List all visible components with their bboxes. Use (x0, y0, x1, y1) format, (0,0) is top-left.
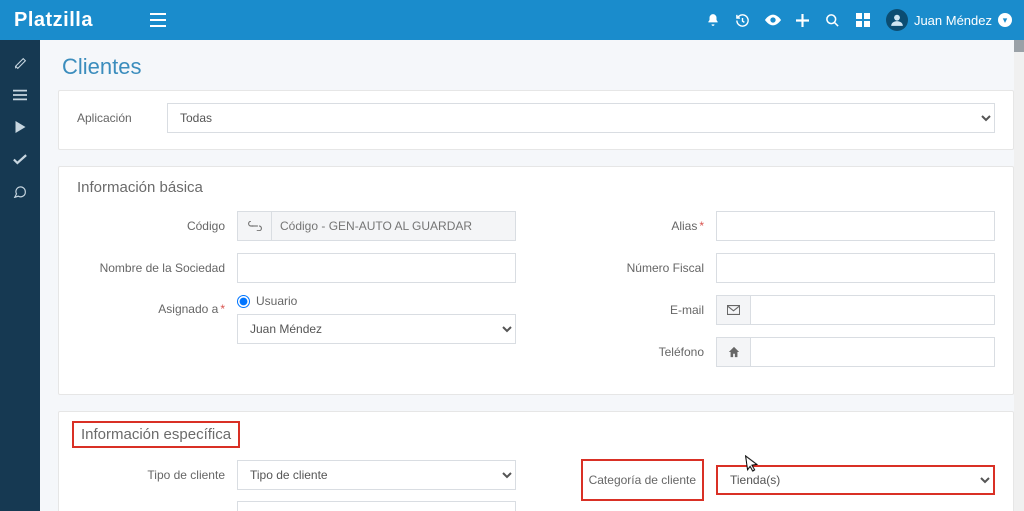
obs-textarea[interactable] (237, 501, 516, 511)
filter-app-select[interactable]: Todas (167, 103, 995, 133)
company-input[interactable] (237, 253, 516, 283)
assigned-radio-input[interactable] (237, 295, 250, 308)
search-icon[interactable] (818, 0, 848, 40)
avatar (886, 9, 908, 31)
scrollbar-thumb[interactable] (1014, 40, 1024, 52)
brand: Platzilla (14, 9, 93, 32)
sidebar (0, 40, 40, 511)
alias-label: Alias* (556, 211, 716, 241)
row-client-type: Tipo de cliente Tipo de cliente (77, 459, 516, 491)
home-icon (716, 337, 750, 367)
history-icon[interactable] (728, 0, 758, 40)
row-assigned: Asignado a* Usuario Juan Méndez (77, 294, 516, 344)
sidebar-edit-icon[interactable] (0, 48, 40, 78)
page-title: Clientes (58, 40, 1014, 90)
user-name: Juan Méndez (914, 13, 992, 28)
row-fiscal: Número Fiscal (556, 252, 995, 284)
fiscal-input[interactable] (716, 253, 995, 283)
row-phone: Teléfono (556, 336, 995, 368)
assigned-radio-user[interactable]: Usuario (237, 294, 516, 308)
menu-icon[interactable] (143, 0, 173, 40)
client-type-select[interactable]: Tipo de cliente (237, 460, 516, 490)
client-category-label: Categoría de cliente (556, 459, 716, 501)
row-observations: Observaciones (77, 501, 516, 511)
phone-label: Teléfono (556, 337, 716, 367)
specific-section-title: Información específica (77, 424, 995, 445)
sidebar-list-icon[interactable] (0, 80, 40, 110)
code-input[interactable] (271, 211, 516, 241)
email-input[interactable] (750, 295, 995, 325)
main: Clientes Aplicación Todas Información bá… (40, 40, 1024, 511)
code-label: Código (77, 211, 237, 241)
email-label: E-mail (556, 295, 716, 325)
chevron-down-icon: ▾ (998, 13, 1012, 27)
assigned-select[interactable]: Juan Méndez (237, 314, 516, 344)
topbar: Platzilla Juan Méndez ▾ (0, 0, 1024, 40)
plus-icon[interactable] (788, 0, 818, 40)
sidebar-check-icon[interactable] (0, 144, 40, 174)
filter-app-label: Aplicación (77, 111, 137, 125)
eye-icon[interactable] (758, 0, 788, 40)
fiscal-label: Número Fiscal (556, 253, 716, 283)
row-alias: Alias* (556, 210, 995, 242)
user-menu[interactable]: Juan Méndez ▾ (886, 9, 1012, 31)
alias-input[interactable] (716, 211, 995, 241)
row-category: Categoría de cliente Tienda(s) (556, 459, 995, 501)
link-icon[interactable] (237, 211, 271, 241)
apps-icon[interactable] (848, 0, 878, 40)
obs-label: Observaciones (77, 501, 237, 511)
mail-icon (716, 295, 750, 325)
assigned-label: Asignado a* (77, 294, 237, 324)
basic-section-title: Información básica (77, 179, 995, 196)
company-label: Nombre de la Sociedad (77, 253, 237, 283)
client-type-label: Tipo de cliente (77, 460, 237, 490)
specific-info-panel: Información específica Tipo de cliente T… (58, 411, 1014, 511)
sidebar-play-icon[interactable] (0, 112, 40, 142)
client-category-select[interactable]: Tienda(s) (716, 465, 995, 495)
sidebar-chat-icon[interactable] (0, 176, 40, 206)
basic-info-panel: Información básica Código Nombre de la S… (58, 166, 1014, 395)
row-email: E-mail (556, 294, 995, 326)
row-company: Nombre de la Sociedad (77, 252, 516, 284)
scrollbar-track[interactable] (1014, 40, 1024, 511)
row-codigo: Código (77, 210, 516, 242)
filter-panel: Aplicación Todas (58, 90, 1014, 150)
bell-icon[interactable] (698, 0, 728, 40)
phone-input[interactable] (750, 337, 995, 367)
